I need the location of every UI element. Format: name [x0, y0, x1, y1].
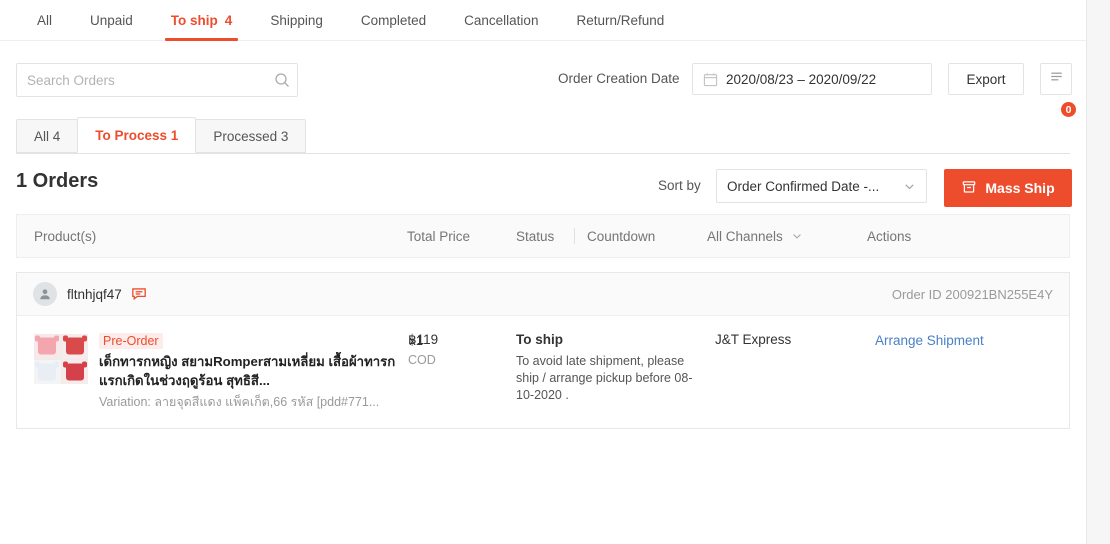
search-icon: [267, 72, 297, 88]
product-thumbnail[interactable]: [34, 334, 88, 384]
tab-unpaid-label: Unpaid: [90, 12, 133, 28]
orders-table-header: Product(s) Total Price Status Countdown …: [16, 214, 1070, 258]
page-title: 1 Orders: [16, 170, 99, 192]
tab-unpaid[interactable]: Unpaid: [71, 0, 152, 40]
tab-to-ship-count: 4: [224, 12, 233, 28]
sort-by-label: Sort by: [658, 178, 701, 193]
order-status-cell: To ship To avoid late shipment, please s…: [516, 332, 715, 410]
user-avatar-icon: [33, 282, 57, 306]
date-range-picker[interactable]: 2020/08/23 – 2020/09/22: [692, 63, 932, 95]
tab-all[interactable]: All: [18, 0, 71, 40]
column-status: Status: [516, 228, 555, 244]
date-range-value: 2020/08/23 – 2020/09/22: [726, 71, 877, 87]
total-price: ฿119: [408, 332, 439, 347]
process-subtabs: All 4 To Process 1 Processed 3: [0, 113, 1086, 153]
column-total-price: Total Price: [407, 228, 471, 244]
tab-return-refund[interactable]: Return/Refund: [557, 0, 683, 40]
arrange-shipment-link[interactable]: Arrange Shipment: [875, 333, 984, 348]
export-label: Export: [966, 71, 1006, 87]
order-price-cell: ฿119 COD: [407, 332, 516, 410]
mass-ship-label: Mass Ship: [985, 180, 1055, 196]
export-button[interactable]: Export: [948, 63, 1024, 95]
chevron-down-icon: [791, 230, 803, 242]
order-row: Pre-Order เด็กทารกหญิง สยามRomperสามเหลี…: [17, 316, 1069, 428]
search-orders-box[interactable]: [16, 63, 298, 97]
tab-completed-label: Completed: [360, 12, 427, 28]
order-actions-cell: Arrange Shipment: [875, 332, 1069, 410]
status-note: To avoid late shipment, please ship / ar…: [516, 354, 693, 402]
filter-bar: Order Creation Date 2020/08/23 – 2020/09…: [0, 41, 1086, 118]
tab-shipping-label: Shipping: [270, 12, 323, 28]
subtab-processed-label: Processed 3: [213, 128, 289, 144]
orders-toolbar: 1 Orders Sort by Order Confirmed Date -.…: [0, 154, 1086, 214]
tab-all-label: All: [37, 12, 53, 28]
order-status-tabs: All Unpaid To ship 4 Shipping Completed …: [0, 0, 1086, 41]
column-products: Product(s): [34, 228, 97, 244]
sort-by-value: Order Confirmed Date -...: [727, 178, 880, 194]
order-card-header: fltnhjqf47 Order ID 200921BN255E4Y: [17, 273, 1069, 316]
order-card: fltnhjqf47 Order ID 200921BN255E4Y Pre-O…: [16, 272, 1070, 429]
tab-shipping[interactable]: Shipping: [251, 0, 342, 40]
sort-by-dropdown[interactable]: Order Confirmed Date -...: [716, 169, 927, 203]
pre-order-badge: Pre-Order: [99, 333, 163, 349]
tab-return-refund-label: Return/Refund: [576, 12, 665, 28]
tab-completed[interactable]: Completed: [342, 0, 445, 40]
tab-to-ship[interactable]: To ship 4: [152, 0, 252, 41]
column-channels-filter[interactable]: All Channels: [707, 229, 867, 244]
column-channels-label: All Channels: [707, 228, 783, 244]
box-icon: [961, 179, 977, 198]
subtab-all[interactable]: All 4: [16, 119, 79, 153]
subtab-to-process[interactable]: To Process 1: [77, 117, 197, 153]
order-channel-cell: J&T Express: [715, 332, 792, 347]
column-divider: [574, 228, 575, 244]
subtab-to-process-label: To Process 1: [95, 127, 179, 143]
status-label: To ship: [516, 332, 563, 347]
calendar-icon: [703, 72, 718, 87]
product-variation: Variation: ลายจุดสีแดง แพ็คเก็ต,66 รหัส …: [99, 395, 380, 409]
column-actions: Actions: [867, 228, 912, 244]
chevron-down-icon: [903, 180, 916, 193]
tab-cancellation-label: Cancellation: [464, 12, 539, 28]
right-gutter: [1086, 0, 1110, 544]
column-countdown: Countdown: [587, 228, 656, 244]
subtab-processed[interactable]: Processed 3: [195, 119, 307, 153]
order-creation-date-label: Order Creation Date: [558, 71, 680, 86]
mass-ship-button[interactable]: Mass Ship: [944, 169, 1072, 207]
order-id: Order ID 200921BN255E4Y: [891, 286, 1053, 302]
order-product-cell: Pre-Order เด็กทารกหญิง สยามRomperสามเหลี…: [17, 332, 423, 410]
payment-method: COD: [408, 353, 436, 367]
product-name[interactable]: เด็กทารกหญิง สยามRomperสามเหลี่ยม เสื้อผ…: [99, 352, 401, 390]
orders-page: All Unpaid To ship 4 Shipping Completed …: [0, 0, 1086, 544]
document-list-icon: [1048, 68, 1065, 90]
document-list-button[interactable]: [1040, 63, 1072, 95]
tab-to-ship-label: To ship: [170, 12, 218, 28]
product-info: Pre-Order เด็กทารกหญิง สยามRomperสามเหลี…: [99, 332, 423, 410]
buyer-username[interactable]: fltnhjqf47: [67, 287, 122, 302]
subtab-all-label: All 4: [34, 128, 61, 144]
product-quantity: x1: [409, 333, 423, 348]
search-input[interactable]: [17, 65, 267, 95]
chat-icon[interactable]: [131, 287, 147, 302]
tab-cancellation[interactable]: Cancellation: [445, 0, 557, 40]
